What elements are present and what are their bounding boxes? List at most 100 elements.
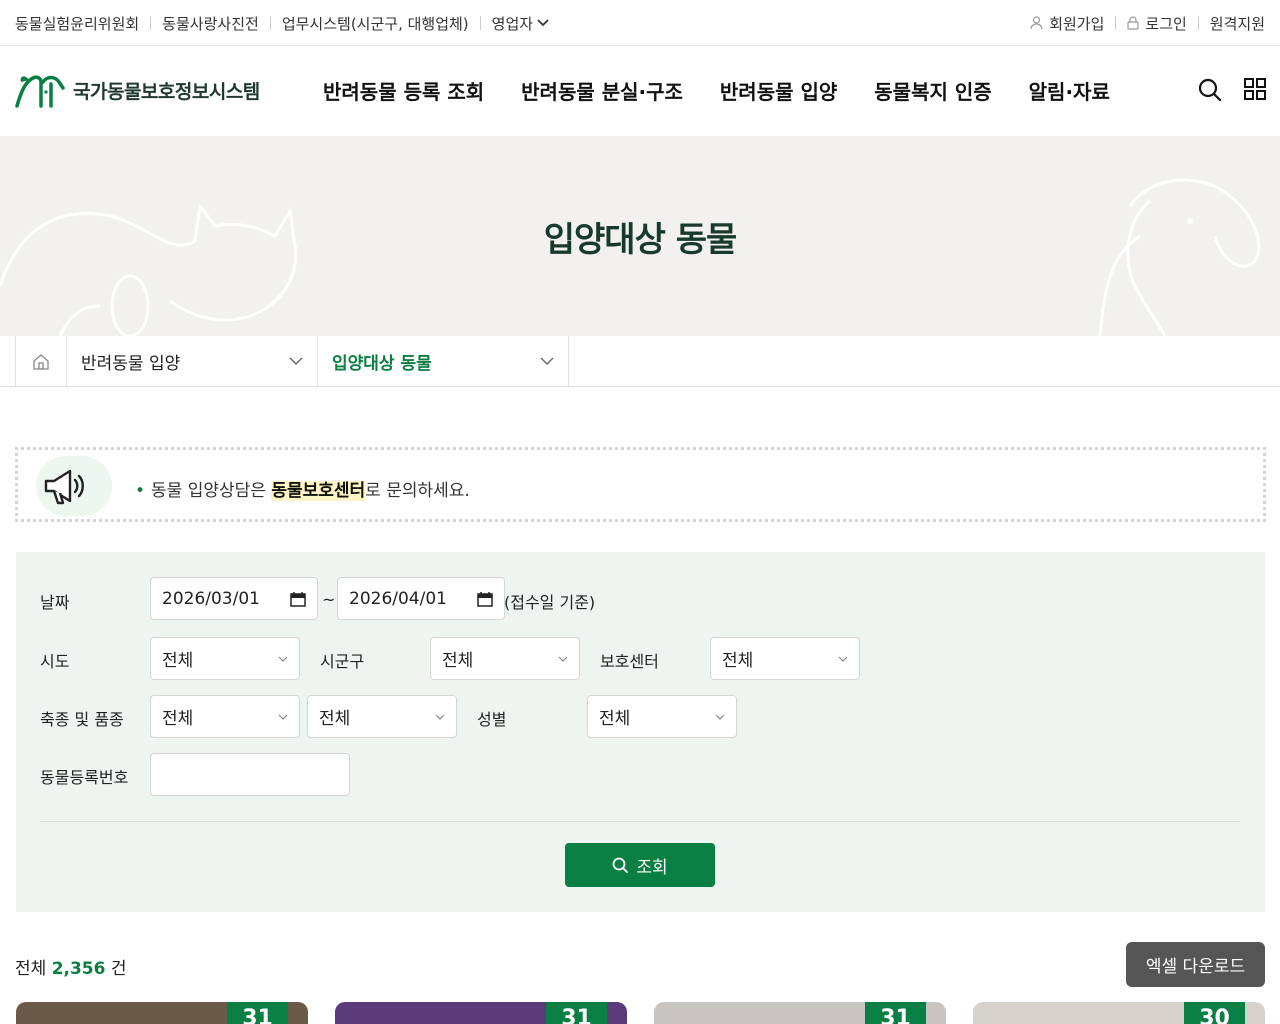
chevron-down-icon bbox=[278, 656, 288, 662]
chevron-down-icon bbox=[435, 714, 445, 720]
breadcrumb: 반려동물 입양 입양대상 동물 bbox=[0, 336, 1280, 387]
animal-card[interactable]: 31 bbox=[16, 1002, 308, 1024]
business-dropdown-label: 영업자 bbox=[491, 14, 534, 33]
logo-text: 국가동물보호정보시스템 bbox=[73, 80, 260, 103]
search-button[interactable]: 조회 bbox=[565, 843, 715, 887]
regno-input[interactable] bbox=[150, 753, 350, 796]
sido-select[interactable]: 전체 bbox=[150, 637, 300, 680]
search-icon bbox=[612, 857, 629, 873]
sex-label: 성별 bbox=[477, 710, 507, 729]
form-divider bbox=[40, 821, 1240, 822]
date-to-value: 2026/04/01 bbox=[349, 588, 447, 609]
nav-item-welfare[interactable]: 동물복지 인증 bbox=[874, 76, 991, 105]
animal-card[interactable]: 30 bbox=[973, 1002, 1265, 1024]
species-select[interactable]: 전체 bbox=[150, 695, 300, 738]
utility-links: 동물실험윤리위원회 동물사랑사진전 업무시스템(시군구, 대행업체) 영업자 bbox=[15, 0, 549, 46]
chevron-down-icon bbox=[537, 19, 549, 27]
page-title: 입양대상 동물 bbox=[543, 220, 738, 260]
notice-box: • 동물 입양상담은 동물보호센터로 문의하세요. bbox=[15, 447, 1266, 522]
chevron-down-icon bbox=[540, 357, 554, 365]
site-logo[interactable]: 국가동물보호정보시스템 bbox=[15, 72, 260, 108]
search-form: 날짜 2026/03/01 ~ 2026/04/01 (접수일 기준) 시도 전… bbox=[16, 552, 1265, 912]
result-count-prefix: 전체 bbox=[15, 959, 52, 979]
header-tools bbox=[1198, 78, 1266, 102]
center-label: 보호센터 bbox=[600, 652, 659, 671]
divider bbox=[1115, 16, 1117, 30]
chevron-down-icon bbox=[838, 656, 848, 662]
signup-label: 회원가입 bbox=[1049, 14, 1105, 33]
date-separator: ~ bbox=[322, 590, 336, 609]
business-dropdown[interactable]: 영업자 bbox=[492, 13, 549, 34]
date-from-input[interactable]: 2026/03/01 bbox=[150, 577, 318, 620]
sitemap-grid-icon[interactable] bbox=[1244, 78, 1266, 100]
login-label: 로그인 bbox=[1145, 14, 1187, 33]
result-count-suffix: 건 bbox=[105, 959, 127, 979]
excel-download-button[interactable]: 엑셀 다운로드 bbox=[1126, 942, 1265, 987]
species-label: 축종 및 품종 bbox=[40, 710, 124, 729]
notice-text-after: 로 문의하세요. bbox=[365, 481, 470, 501]
notice-text-before: 동물 입양상담은 bbox=[151, 481, 272, 501]
search-button-label: 조회 bbox=[636, 857, 668, 878]
animal-card[interactable]: 31 bbox=[654, 1002, 946, 1024]
page-hero: 입양대상 동물 bbox=[0, 136, 1280, 336]
remote-support-link[interactable]: 원격지원 bbox=[1210, 13, 1265, 34]
divider bbox=[479, 16, 481, 30]
sigungu-value: 전체 bbox=[442, 651, 474, 671]
search-icon[interactable] bbox=[1198, 78, 1222, 102]
sido-value: 전체 bbox=[162, 651, 194, 671]
nav-item-notice[interactable]: 알림·자료 bbox=[1029, 76, 1110, 105]
site-header: 국가동물보호정보시스템 반려동물 등록 조회 반려동물 분실·구조 반려동물 입… bbox=[0, 46, 1280, 136]
chevron-down-icon bbox=[289, 357, 303, 365]
divider bbox=[150, 16, 152, 30]
calendar-icon bbox=[290, 591, 306, 607]
sex-select[interactable]: 전체 bbox=[587, 695, 737, 738]
utility-bar: 동물실험윤리위원회 동물사랑사진전 업무시스템(시군구, 대행업체) 영업자 회… bbox=[0, 0, 1280, 46]
lock-icon bbox=[1127, 16, 1139, 30]
breed-value: 전체 bbox=[319, 709, 351, 729]
center-value: 전체 bbox=[722, 651, 754, 671]
date-label: 날짜 bbox=[40, 593, 70, 612]
notice-highlight: 동물보호센터 bbox=[271, 481, 366, 501]
chevron-down-icon bbox=[715, 714, 725, 720]
animal-card[interactable]: 31 bbox=[335, 1002, 627, 1024]
main-navigation: 반려동물 등록 조회 반려동물 분실·구조 반려동물 입양 동물복지 인증 알림… bbox=[323, 76, 1110, 105]
notice-icon-bg bbox=[36, 456, 112, 516]
notice-text: • 동물 입양상담은 동물보호센터로 문의하세요. bbox=[135, 476, 470, 501]
nav-item-lost-rescue[interactable]: 반려동물 분실·구조 bbox=[521, 76, 683, 105]
login-link[interactable]: 로그인 bbox=[1127, 13, 1187, 34]
center-select[interactable]: 전체 bbox=[710, 637, 860, 680]
bullet: • bbox=[135, 481, 146, 501]
regno-label: 동물등록번호 bbox=[40, 768, 129, 787]
link-animal-ethics[interactable]: 동물실험윤리위원회 bbox=[15, 13, 139, 34]
nav-item-registration[interactable]: 반려동물 등록 조회 bbox=[323, 76, 484, 105]
date-badge: 30 bbox=[1184, 1002, 1245, 1024]
date-badge: 31 bbox=[227, 1002, 288, 1024]
breed-select[interactable]: 전체 bbox=[307, 695, 457, 738]
sigungu-select[interactable]: 전체 bbox=[430, 637, 580, 680]
megaphone-icon bbox=[44, 469, 84, 505]
species-value: 전체 bbox=[162, 709, 194, 729]
breadcrumb-level1-label: 반려동물 입양 bbox=[81, 353, 181, 374]
date-note: (접수일 기준) bbox=[504, 593, 596, 612]
date-to-input[interactable]: 2026/04/01 bbox=[337, 577, 505, 620]
chevron-down-icon bbox=[558, 656, 568, 662]
calendar-icon bbox=[477, 591, 493, 607]
breadcrumb-level2-select[interactable]: 입양대상 동물 bbox=[318, 336, 569, 386]
link-photo-contest[interactable]: 동물사랑사진전 bbox=[162, 13, 259, 34]
sido-label: 시도 bbox=[40, 652, 70, 671]
breadcrumb-level1-select[interactable]: 반려동물 입양 bbox=[67, 336, 318, 386]
breadcrumb-home[interactable] bbox=[15, 336, 67, 386]
link-work-system[interactable]: 업무시스템(시군구, 대행업체) bbox=[282, 13, 469, 34]
chevron-down-icon bbox=[278, 714, 288, 720]
signup-link[interactable]: 회원가입 bbox=[1030, 13, 1104, 34]
breadcrumb-level2-label: 입양대상 동물 bbox=[332, 353, 432, 374]
date-badge: 31 bbox=[546, 1002, 607, 1024]
nav-item-adoption[interactable]: 반려동물 입양 bbox=[720, 76, 837, 105]
account-links: 회원가입 로그인 원격지원 bbox=[1030, 0, 1265, 46]
date-from-value: 2026/03/01 bbox=[162, 588, 260, 609]
result-count: 전체 2,356 건 bbox=[15, 954, 127, 979]
home-icon bbox=[33, 353, 49, 370]
result-count-number: 2,356 bbox=[51, 959, 106, 979]
logo-mark-icon bbox=[15, 75, 65, 108]
divider bbox=[269, 16, 271, 30]
